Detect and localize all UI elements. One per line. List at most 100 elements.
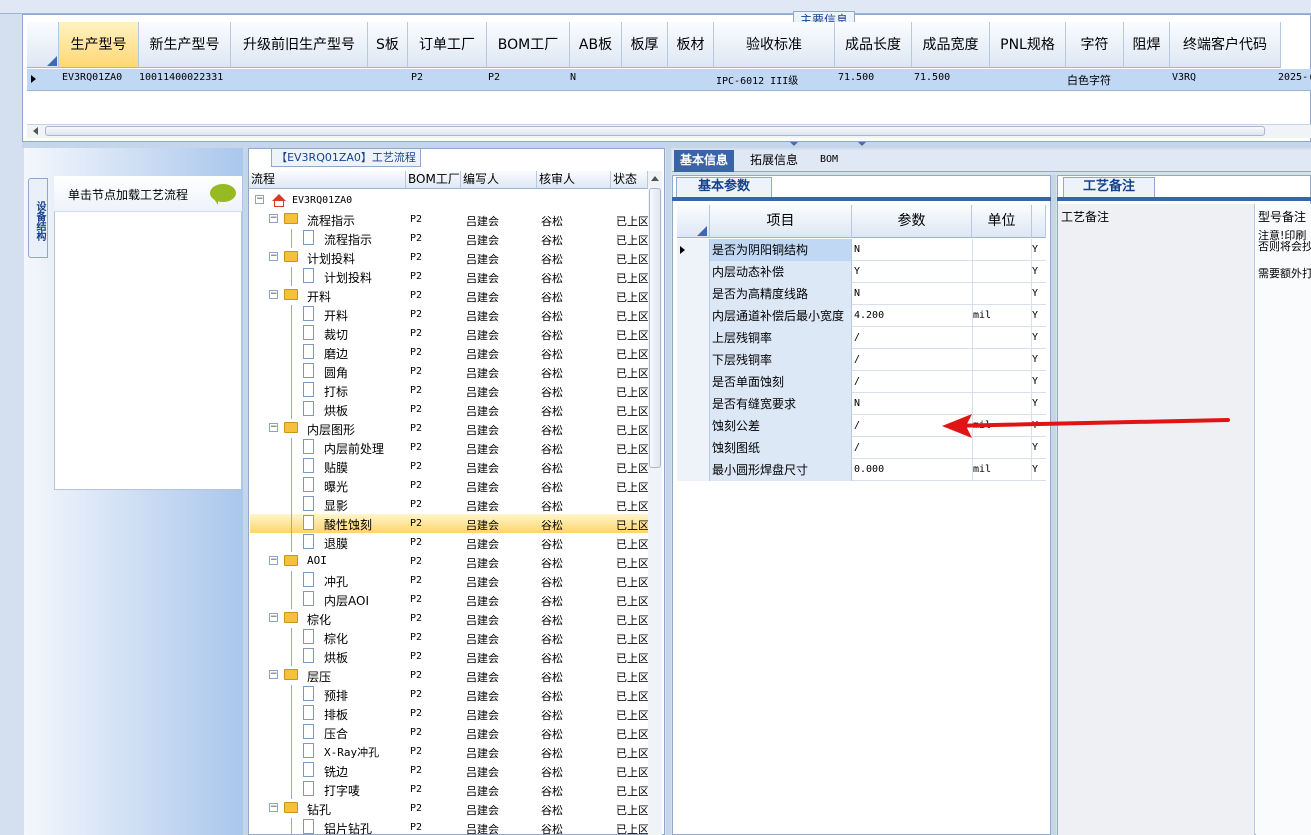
tree-row[interactable]: 铣边 P2 吕建会 谷松 已上区 [250, 761, 648, 780]
row-header[interactable] [677, 327, 710, 349]
col-header-ab-board[interactable]: AB板 [570, 22, 622, 68]
collapse-up-icon-2[interactable] [858, 142, 866, 146]
row-header[interactable] [677, 261, 710, 283]
tree-scroll-thumb[interactable] [649, 188, 661, 468]
tree-row[interactable]: − AOI P2 吕建会 谷松 已上区 [250, 552, 648, 571]
tree-row[interactable]: − 流程指示 P2 吕建会 谷松 已上区 [250, 210, 648, 229]
col-header-new-model[interactable]: 新生产型号 [139, 22, 231, 68]
cell-character[interactable]: 白色字符 [1067, 72, 1111, 88]
tree-row[interactable]: 打标 P2 吕建会 谷松 已上区 [250, 381, 648, 400]
row-header[interactable] [677, 415, 710, 437]
param-unit[interactable]: mil [972, 305, 1032, 327]
collapse-icon[interactable]: − [269, 423, 278, 432]
col-header-old-model[interactable]: 升级前旧生产型号 [231, 22, 368, 68]
horizontal-scroll-thumb[interactable] [45, 126, 1265, 136]
param-row[interactable]: 最小圆形焊盘尺寸 0.000 mil Y [677, 459, 1046, 481]
collapse-icon[interactable]: − [269, 556, 278, 565]
grid-corner[interactable] [27, 22, 59, 68]
param-value[interactable]: Y [853, 261, 973, 283]
row-header[interactable] [677, 239, 710, 261]
cell-bom-factory[interactable]: P2 [488, 72, 500, 83]
param-flag[interactable]: Y [1032, 459, 1046, 481]
tree-row[interactable]: 磨边 P2 吕建会 谷松 已上区 [250, 343, 648, 362]
cell-length[interactable]: 71.500 [838, 72, 874, 83]
param-unit[interactable] [972, 261, 1032, 283]
tree-row[interactable]: 计划投料 P2 吕建会 谷松 已上区 [250, 267, 648, 286]
param-row[interactable]: 是否为高精度线路 N Y [677, 283, 1046, 305]
param-flag[interactable]: Y [1032, 305, 1046, 327]
tab-extended-info[interactable]: 拓展信息 [744, 150, 804, 172]
tree-row[interactable]: 铝片钻孔 P2 吕建会 谷松 已上区 [250, 818, 648, 835]
col-header-width[interactable]: 成品宽度 [912, 22, 990, 68]
col-header-thickness[interactable]: 板厚 [622, 22, 668, 68]
param-unit[interactable] [972, 327, 1032, 349]
collapse-icon[interactable]: − [269, 290, 278, 299]
tab-basic-info[interactable]: 基本信息 [674, 150, 735, 172]
tree-row[interactable]: 显影 P2 吕建会 谷松 已上区 [250, 495, 648, 514]
col-header-customer-code[interactable]: 终端客户代码 [1170, 22, 1281, 68]
col-header-material[interactable]: 板材 [668, 22, 714, 68]
collapse-icon[interactable]: − [269, 214, 278, 223]
tree-row[interactable]: 棕化 P2 吕建会 谷松 已上区 [250, 628, 648, 647]
row-header[interactable] [677, 393, 710, 415]
cell-customer-code[interactable]: V3RQ [1172, 72, 1196, 83]
tree-row[interactable]: 退膜 P2 吕建会 谷松 已上区 [250, 533, 648, 552]
tree-row[interactable]: 曝光 P2 吕建会 谷松 已上区 [250, 476, 648, 495]
params-col-item[interactable]: 项目 [710, 205, 852, 238]
vertical-tab-device-structure[interactable]: 设备结构 [28, 178, 48, 258]
param-flag[interactable]: Y [1032, 327, 1046, 349]
col-header-character[interactable]: 字符 [1066, 22, 1124, 68]
param-unit[interactable]: mil [972, 459, 1032, 481]
tree-row[interactable]: 酸性蚀刻 P2 吕建会 谷松 已上区 [250, 514, 648, 533]
param-flag[interactable]: Y [1032, 283, 1046, 305]
process-notes-area[interactable] [1058, 204, 1255, 835]
param-value[interactable]: / [853, 349, 973, 371]
tree-col-status[interactable]: 状态 [611, 171, 648, 189]
tree-row[interactable]: X-Ray冲孔 P2 吕建会 谷松 已上区 [250, 742, 648, 761]
param-row[interactable]: 下层残铜率 / Y [677, 349, 1046, 371]
param-flag[interactable]: Y [1032, 349, 1046, 371]
tree-root-row[interactable]: − EV3RQ01ZA0 [250, 191, 648, 210]
param-value[interactable]: 4.200 [853, 305, 973, 327]
collapse-icon[interactable]: − [269, 670, 278, 679]
tree-row[interactable]: 压合 P2 吕建会 谷松 已上区 [250, 723, 648, 742]
param-row[interactable]: 是否为阴阳铜结构 N Y [677, 239, 1046, 261]
scroll-up-icon[interactable] [651, 176, 659, 181]
param-row[interactable]: 蚀刻图纸 / Y [677, 437, 1046, 459]
param-unit[interactable] [972, 349, 1032, 371]
middle-splitter[interactable] [666, 148, 671, 835]
tree-row[interactable]: 内层AOI P2 吕建会 谷松 已上区 [250, 590, 648, 609]
cell-ab-board[interactable]: N [570, 72, 576, 83]
row-header[interactable] [677, 305, 710, 327]
param-flag[interactable]: Y [1032, 371, 1046, 393]
tree-row[interactable]: − 开料 P2 吕建会 谷松 已上区 [250, 286, 648, 305]
row-header[interactable] [677, 371, 710, 393]
params-corner[interactable] [677, 205, 710, 238]
tree-row[interactable]: 圆角 P2 吕建会 谷松 已上区 [250, 362, 648, 381]
cell-order-factory[interactable]: P2 [411, 72, 423, 83]
basic-params-title[interactable]: 基本参数 [676, 177, 772, 197]
tab-bom[interactable]: BOM [814, 150, 844, 172]
model-notes-area[interactable] [1256, 204, 1311, 835]
param-row[interactable]: 是否单面蚀刻 / Y [677, 371, 1046, 393]
param-row[interactable]: 内层动态补偿 Y Y [677, 261, 1046, 283]
tree-row[interactable]: 预排 P2 吕建会 谷松 已上区 [250, 685, 648, 704]
collapse-icon[interactable]: − [255, 195, 264, 204]
col-header-production-model[interactable]: 生产型号 [59, 22, 139, 68]
cell-width[interactable]: 71.500 [914, 72, 950, 83]
param-value[interactable]: / [853, 437, 973, 459]
col-header-order-factory[interactable]: 订单工厂 [408, 22, 487, 68]
params-col-flag[interactable] [1032, 205, 1046, 238]
param-value[interactable]: N [853, 239, 973, 261]
tree-col-flow[interactable]: 流程 [249, 171, 406, 189]
params-col-unit[interactable]: 单位 [972, 205, 1032, 238]
tree-row[interactable]: 冲孔 P2 吕建会 谷松 已上区 [250, 571, 648, 590]
param-unit[interactable] [972, 239, 1032, 261]
tree-col-writer[interactable]: 编写人 [461, 171, 537, 189]
collapse-icon[interactable]: − [269, 803, 278, 812]
tree-col-reviewer[interactable]: 核审人 [537, 171, 611, 189]
col-header-s-board[interactable]: S板 [368, 22, 408, 68]
tree-row[interactable]: 排板 P2 吕建会 谷松 已上区 [250, 704, 648, 723]
col-header-pnl-spec[interactable]: PNL规格 [990, 22, 1066, 68]
tree-row[interactable]: − 钻孔 P2 吕建会 谷松 已上区 [250, 799, 648, 818]
